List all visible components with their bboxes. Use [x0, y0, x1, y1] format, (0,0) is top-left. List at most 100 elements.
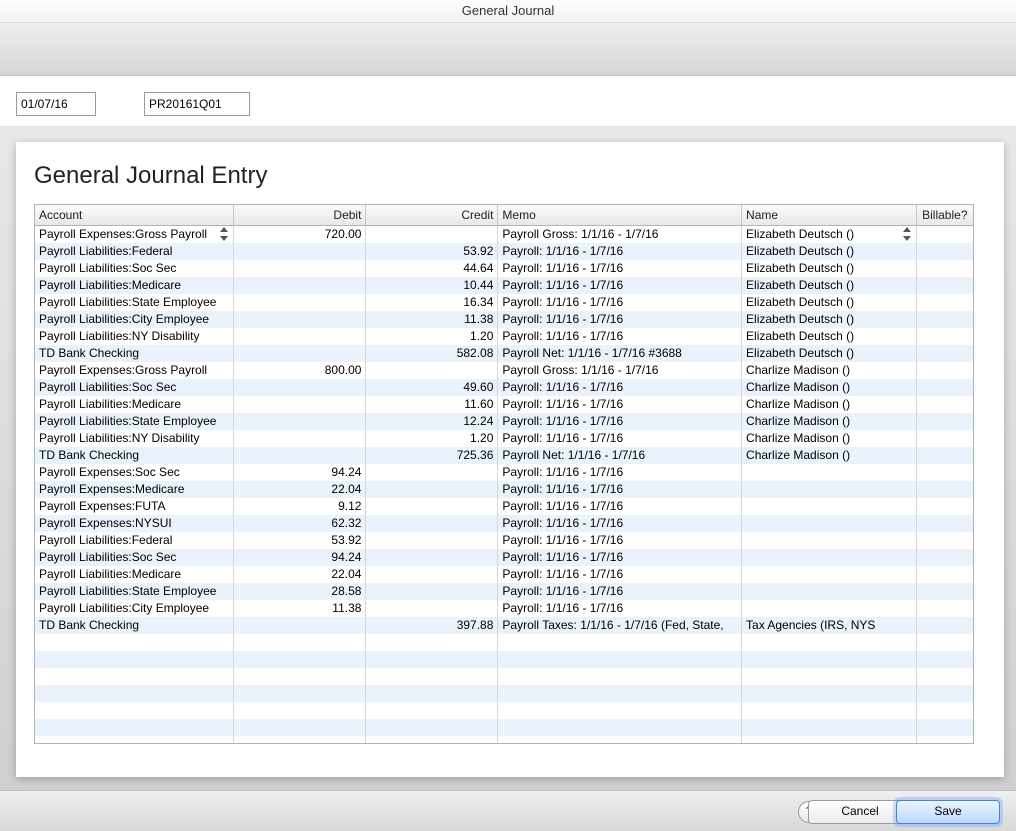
- date-field[interactable]: [16, 92, 96, 116]
- cell-credit[interactable]: 725.36: [366, 447, 498, 464]
- cell-account[interactable]: Payroll Expenses:FUTA: [35, 498, 234, 515]
- save-button[interactable]: Save: [896, 800, 1000, 824]
- cell-memo[interactable]: Payroll: 1/1/16 - 1/7/16: [498, 328, 742, 345]
- cell-account[interactable]: TD Bank Checking: [35, 345, 234, 362]
- cell-name[interactable]: [742, 549, 917, 566]
- cell-debit[interactable]: [234, 328, 366, 345]
- cell-empty[interactable]: [366, 651, 498, 668]
- cell-billable[interactable]: [916, 379, 973, 396]
- table-row[interactable]: TD Bank Checking582.08Payroll Net: 1/1/1…: [35, 345, 973, 362]
- cell-billable[interactable]: [916, 583, 973, 600]
- cell-name[interactable]: [742, 600, 917, 617]
- cell-account[interactable]: Payroll Liabilities:Soc Sec: [35, 379, 234, 396]
- col-header-account[interactable]: Account: [35, 205, 234, 226]
- table-row[interactable]: Payroll Expenses:Soc Sec94.24Payroll: 1/…: [35, 464, 973, 481]
- cell-empty[interactable]: [916, 702, 973, 719]
- cell-credit[interactable]: [366, 600, 498, 617]
- cell-debit[interactable]: [234, 617, 366, 634]
- cell-empty[interactable]: [742, 702, 917, 719]
- cell-empty[interactable]: [498, 634, 742, 651]
- cell-empty[interactable]: [742, 651, 917, 668]
- table-row-empty[interactable]: [35, 651, 973, 668]
- cell-name[interactable]: [742, 464, 917, 481]
- cell-debit[interactable]: [234, 345, 366, 362]
- cell-billable[interactable]: [916, 464, 973, 481]
- cell-memo[interactable]: Payroll: 1/1/16 - 1/7/16: [498, 294, 742, 311]
- stepper-icon[interactable]: [219, 227, 229, 241]
- cell-debit[interactable]: [234, 294, 366, 311]
- col-header-credit[interactable]: Credit: [366, 205, 498, 226]
- table-row[interactable]: Payroll Liabilities:Federal53.92Payroll:…: [35, 532, 973, 549]
- cell-empty[interactable]: [916, 736, 973, 745]
- table-row[interactable]: Payroll Expenses:Gross Payroll800.00Payr…: [35, 362, 973, 379]
- table-row-empty[interactable]: [35, 668, 973, 685]
- cell-credit[interactable]: [366, 515, 498, 532]
- cell-billable[interactable]: [916, 498, 973, 515]
- table-row[interactable]: Payroll Liabilities:Medicare22.04Payroll…: [35, 566, 973, 583]
- cell-empty[interactable]: [234, 702, 366, 719]
- cell-debit[interactable]: [234, 311, 366, 328]
- cell-account[interactable]: Payroll Liabilities:Federal: [35, 532, 234, 549]
- cell-account[interactable]: Payroll Liabilities:Soc Sec: [35, 549, 234, 566]
- cell-memo[interactable]: Payroll: 1/1/16 - 1/7/16: [498, 430, 742, 447]
- cell-account[interactable]: Payroll Expenses:Medicare: [35, 481, 234, 498]
- cell-empty[interactable]: [234, 634, 366, 651]
- cell-billable[interactable]: [916, 532, 973, 549]
- cell-name[interactable]: [742, 566, 917, 583]
- cell-credit[interactable]: [366, 481, 498, 498]
- cell-memo[interactable]: Payroll: 1/1/16 - 1/7/16: [498, 515, 742, 532]
- cell-name[interactable]: Charlize Madison (): [742, 430, 917, 447]
- col-header-billable[interactable]: Billable?: [916, 205, 973, 226]
- cell-empty[interactable]: [916, 685, 973, 702]
- table-row[interactable]: Payroll Liabilities:State Employee12.24P…: [35, 413, 973, 430]
- cell-memo[interactable]: Payroll: 1/1/16 - 1/7/16: [498, 464, 742, 481]
- cell-empty[interactable]: [742, 719, 917, 736]
- cell-debit[interactable]: [234, 379, 366, 396]
- cell-memo[interactable]: Payroll: 1/1/16 - 1/7/16: [498, 498, 742, 515]
- journal-grid[interactable]: Account Debit Credit Memo Name Billable?…: [34, 204, 974, 744]
- cell-empty[interactable]: [366, 736, 498, 745]
- cell-empty[interactable]: [234, 685, 366, 702]
- cell-name[interactable]: Tax Agencies (IRS, NYS: [742, 617, 917, 634]
- cell-credit[interactable]: [366, 549, 498, 566]
- col-header-name[interactable]: Name: [742, 205, 917, 226]
- cell-empty[interactable]: [742, 668, 917, 685]
- table-row[interactable]: Payroll Liabilities:Soc Sec49.60Payroll:…: [35, 379, 973, 396]
- cell-debit[interactable]: 22.04: [234, 481, 366, 498]
- cell-debit[interactable]: [234, 277, 366, 294]
- cell-memo[interactable]: Payroll: 1/1/16 - 1/7/16: [498, 396, 742, 413]
- table-row[interactable]: Payroll Expenses:NYSUI62.32Payroll: 1/1/…: [35, 515, 973, 532]
- cell-billable[interactable]: [916, 617, 973, 634]
- cell-debit[interactable]: 9.12: [234, 498, 366, 515]
- table-row[interactable]: Payroll Liabilities:Medicare11.60Payroll…: [35, 396, 973, 413]
- cell-account[interactable]: Payroll Liabilities:Medicare: [35, 566, 234, 583]
- cell-empty[interactable]: [234, 668, 366, 685]
- cell-empty[interactable]: [498, 651, 742, 668]
- table-row[interactable]: Payroll Liabilities:Federal53.92Payroll:…: [35, 243, 973, 260]
- cell-empty[interactable]: [366, 634, 498, 651]
- table-row-empty[interactable]: [35, 685, 973, 702]
- cell-credit[interactable]: [366, 566, 498, 583]
- cell-memo[interactable]: Payroll: 1/1/16 - 1/7/16: [498, 600, 742, 617]
- cell-name[interactable]: Elizabeth Deutsch (): [742, 260, 917, 277]
- cell-account[interactable]: Payroll Liabilities:State Employee: [35, 413, 234, 430]
- cell-billable[interactable]: [916, 260, 973, 277]
- cell-empty[interactable]: [498, 719, 742, 736]
- cell-empty[interactable]: [366, 719, 498, 736]
- cell-memo[interactable]: Payroll: 1/1/16 - 1/7/16: [498, 481, 742, 498]
- cell-debit[interactable]: 62.32: [234, 515, 366, 532]
- cell-debit[interactable]: 800.00: [234, 362, 366, 379]
- cell-debit[interactable]: 94.24: [234, 549, 366, 566]
- table-row[interactable]: TD Bank Checking725.36Payroll Net: 1/1/1…: [35, 447, 973, 464]
- cell-credit[interactable]: [366, 226, 498, 243]
- cell-account[interactable]: Payroll Liabilities:State Employee: [35, 583, 234, 600]
- cell-empty[interactable]: [916, 651, 973, 668]
- cell-account[interactable]: Payroll Liabilities:Soc Sec: [35, 260, 234, 277]
- cell-empty[interactable]: [234, 651, 366, 668]
- cell-empty[interactable]: [742, 736, 917, 745]
- cell-billable[interactable]: [916, 447, 973, 464]
- cell-empty[interactable]: [916, 719, 973, 736]
- cell-empty[interactable]: [234, 736, 366, 745]
- cell-memo[interactable]: Payroll: 1/1/16 - 1/7/16: [498, 379, 742, 396]
- cell-credit[interactable]: [366, 362, 498, 379]
